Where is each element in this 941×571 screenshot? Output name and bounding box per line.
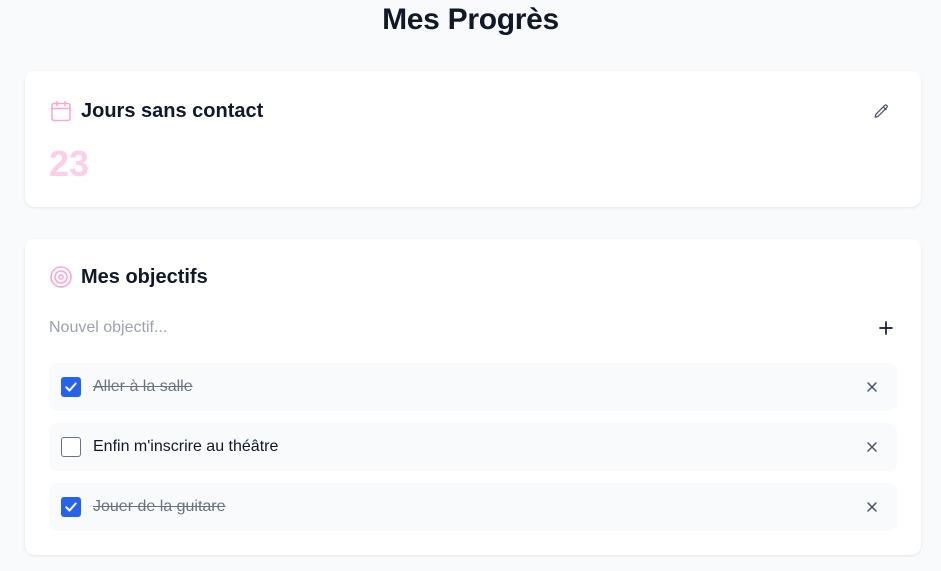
days-card-header: Jours sans contact — [49, 99, 263, 123]
goal-item: Aller à la salle — [49, 363, 897, 411]
goals-card-title: Mes objectifs — [81, 265, 208, 288]
close-icon — [866, 381, 878, 393]
close-icon — [866, 501, 878, 513]
plus-icon — [877, 319, 895, 337]
remove-goal-button[interactable] — [863, 378, 881, 396]
edit-days-button[interactable] — [871, 101, 891, 121]
close-icon — [866, 441, 878, 453]
goal-label: Jouer de la guitare — [93, 498, 226, 515]
new-goal-row — [49, 316, 897, 340]
goal-label: Aller à la salle — [93, 378, 193, 395]
goal-checkbox[interactable] — [61, 377, 81, 397]
days-without-contact-card: Jours sans contact 23 — [25, 71, 921, 207]
days-card-title: Jours sans contact — [81, 99, 264, 122]
goals-card: Mes objectifs Aller à la salle — [25, 239, 921, 555]
calendar-icon — [49, 99, 73, 123]
goal-label: Enfin m'inscrire au théâtre — [93, 438, 279, 455]
target-icon — [49, 265, 73, 289]
goal-checkbox[interactable] — [61, 497, 81, 517]
new-goal-input[interactable] — [49, 319, 875, 337]
goal-checkbox[interactable] — [61, 437, 81, 457]
remove-goal-button[interactable] — [863, 498, 881, 516]
days-count: 23 — [49, 143, 90, 184]
checkmark-icon — [64, 380, 78, 394]
checkmark-icon — [64, 500, 78, 514]
pencil-icon — [873, 103, 890, 120]
add-goal-button[interactable] — [875, 317, 897, 339]
goal-item: Jouer de la guitare — [49, 483, 897, 531]
page-title: Mes Progrès — [382, 3, 559, 36]
goal-item: Enfin m'inscrire au théâtre — [49, 423, 897, 471]
remove-goal-button[interactable] — [863, 438, 881, 456]
goals-card-header: Mes objectifs — [49, 265, 208, 289]
